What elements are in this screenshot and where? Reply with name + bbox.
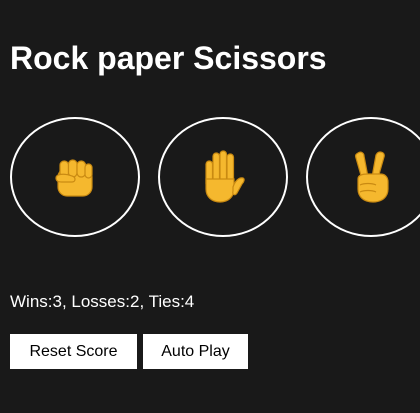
reset-score-button[interactable]: Reset Score — [10, 334, 137, 369]
action-buttons: Reset Score Auto Play — [10, 334, 248, 369]
paper-hand-icon — [197, 149, 249, 205]
rock-fist-icon — [50, 152, 100, 202]
auto-play-button[interactable]: Auto Play — [143, 334, 248, 369]
score-text: Wins:3, Losses:2, Ties:4 — [10, 292, 195, 311]
scissors-button[interactable] — [306, 117, 420, 237]
page-title: Rock paper Scissors — [10, 40, 327, 76]
move-buttons — [10, 117, 420, 237]
rock-button[interactable] — [10, 117, 140, 237]
paper-button[interactable] — [158, 117, 288, 237]
rock-paper-scissors-app: Rock paper Scissors Wins:3, Losses:2, Ti… — [0, 0, 420, 413]
scissors-victory-hand-icon — [348, 149, 394, 205]
